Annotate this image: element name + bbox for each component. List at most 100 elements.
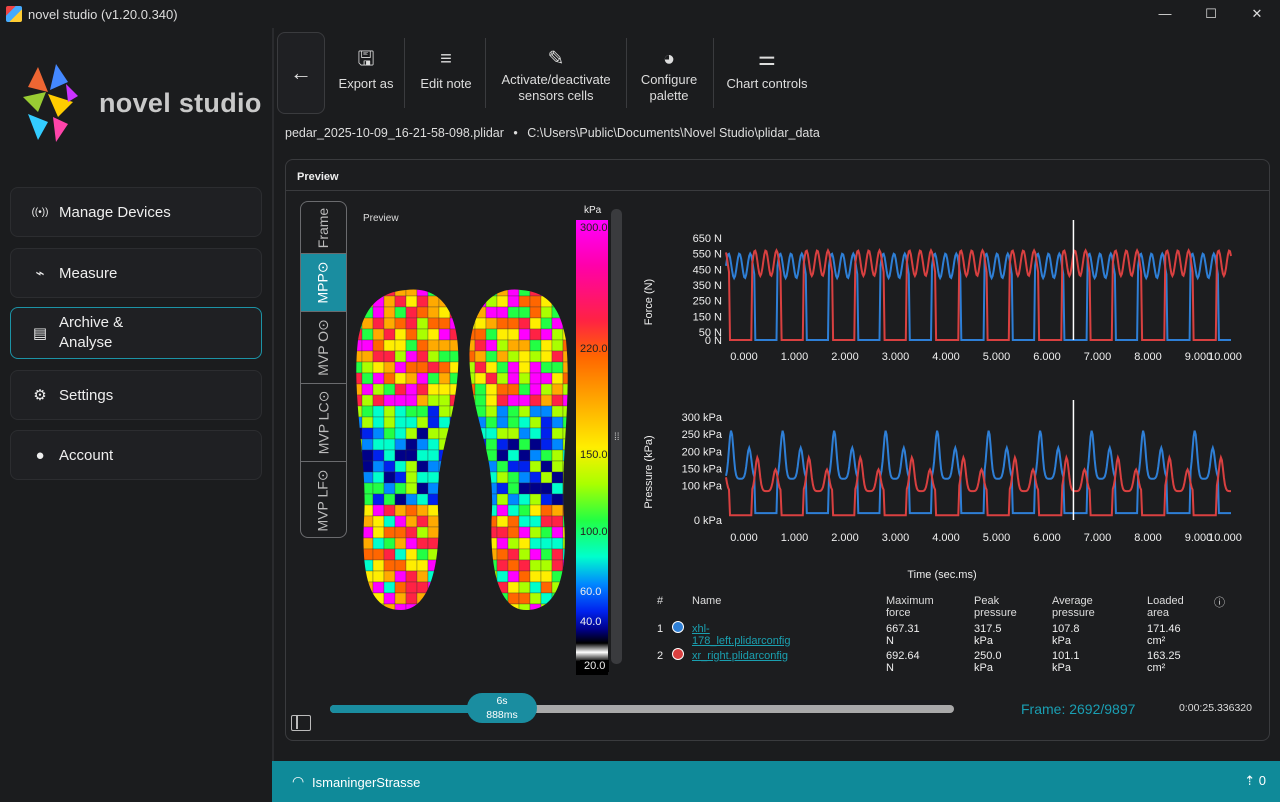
activate-sensors-button[interactable]: ✎ Activate/deactivate sensors cells [491,36,621,112]
sensor-cell [461,516,472,527]
tab-mvp-o[interactable]: MVP O⊙ [301,312,346,384]
sensor-cell [394,427,407,440]
sensor-cell [562,449,568,462]
sensor-cell [518,592,531,605]
sensor-cell [485,372,498,385]
sensor-cell [469,328,476,341]
sensor-cell [405,482,418,495]
sensor-cell [474,350,487,363]
drag-handle-icon[interactable]: ⁞⁞ [614,432,620,443]
tab-mpp[interactable]: MPP⊙ [301,254,346,312]
sensor-cell [469,361,476,374]
nav-settings[interactable]: ⚙ Settings [10,370,262,420]
right-foot-map [469,289,568,610]
pressure-y-tick: 250 kPa [682,429,723,441]
sensor-cell [383,592,396,605]
sensor-cell [496,471,509,484]
filmstrip-icon[interactable] [291,715,311,731]
sensor-cell [361,449,374,462]
sensor-cell [507,350,520,363]
sensor-cell [474,405,487,418]
tab-mvp-lf[interactable]: MVP LF⊙ [301,462,346,537]
export-as-button[interactable]: 🖫 Export as [331,36,401,112]
sensor-cell [356,581,363,594]
sensor-cell [438,295,451,308]
info-icon[interactable]: ⓘ [1214,594,1225,610]
series-name-link[interactable]: xr_right.plidarconfig [692,650,788,662]
pressure-x-tick: 1.000 [781,532,809,544]
sensor-cell [461,472,472,483]
sensor-cell [540,438,553,451]
minimize-button[interactable]: — [1150,4,1180,24]
sensor-cell [485,306,498,319]
sensor-cell [551,416,564,429]
sensor-cell [356,383,363,396]
close-button[interactable]: ✕ [1242,4,1272,24]
sensor-cell [394,383,407,396]
force-y-label: Force (N) [643,279,655,325]
sensor-cell [562,592,568,605]
sensor-cell [394,504,407,517]
archive-icon: ▤ [32,325,48,342]
sensor-cell [427,416,440,429]
sensor-cell [361,350,374,363]
sensor-cell [507,537,520,550]
sensor-cell [518,350,531,363]
sensor-cell [461,285,472,296]
sensor-cell [518,438,531,451]
timeline-thumb[interactable]: 6s 888ms [467,693,537,723]
sensor-cell [416,493,429,506]
broadcast-icon: ((•)) [31,206,49,218]
col-header: Average pressure [1052,595,1095,619]
nav-manage-devices[interactable]: ((•)) Manage Devices [10,187,262,237]
sensor-cell [416,438,429,451]
sensor-cell [507,438,520,451]
nav-archive-analyse[interactable]: ▤ Archive & Analyse [10,307,262,359]
sensor-cell [383,361,396,374]
pressure-x-tick: 2.000 [831,532,859,544]
sensor-cell [529,394,542,407]
usb-icon: ⇡ [1244,773,1259,788]
sensor-cell [372,504,385,517]
sensor-cell [416,427,429,440]
tab-label: MVP LF⊙ [315,469,332,532]
back-button[interactable]: ← [277,32,325,114]
sensor-cell [529,405,542,418]
sensor-cell [383,471,396,484]
nav-account[interactable]: ● Account [10,430,262,480]
sensor-cell [485,361,498,374]
force-y-tick: 650 N [693,233,722,245]
chart-controls-button[interactable]: ⚌ Chart controls [719,36,815,112]
thumb-seconds: 6s [496,695,508,707]
sensor-cell [461,582,472,593]
sensor-cell [485,504,498,517]
sensor-cell [507,482,520,495]
sensor-cell [405,289,418,297]
sensor-cell [540,482,553,495]
sensor-cell [394,592,407,605]
nav-measure[interactable]: ⌁ Measure [10,248,262,298]
sensor-cell [361,581,374,594]
sensor-cell [562,438,568,451]
separator [626,38,627,108]
tab-frame[interactable]: Frame [301,202,346,254]
sensor-cell [361,295,374,308]
sensor-cell [469,482,476,495]
sensor-cell [383,427,396,440]
series-name-link[interactable]: xhl-178_left.plidarconfig [692,623,790,647]
measure-icon: ⌁ [35,265,45,282]
sensor-cell [551,306,564,319]
sensor-cell [394,317,407,330]
sensor-cell [469,306,476,319]
sensor-cell [562,295,568,308]
sensor-cell [449,581,459,594]
sensor-cell [383,581,396,594]
sensor-cell [540,394,553,407]
sensor-cell [383,394,396,407]
sensor-cell [361,592,374,605]
edit-note-button[interactable]: ≡ Edit note [410,36,482,112]
sensor-cell [416,383,429,396]
configure-palette-button[interactable]: ◕ Configure palette [632,36,706,112]
maximize-button[interactable]: ☐ [1196,4,1226,24]
tab-mvp-lc[interactable]: MVP LC⊙ [301,384,346,462]
